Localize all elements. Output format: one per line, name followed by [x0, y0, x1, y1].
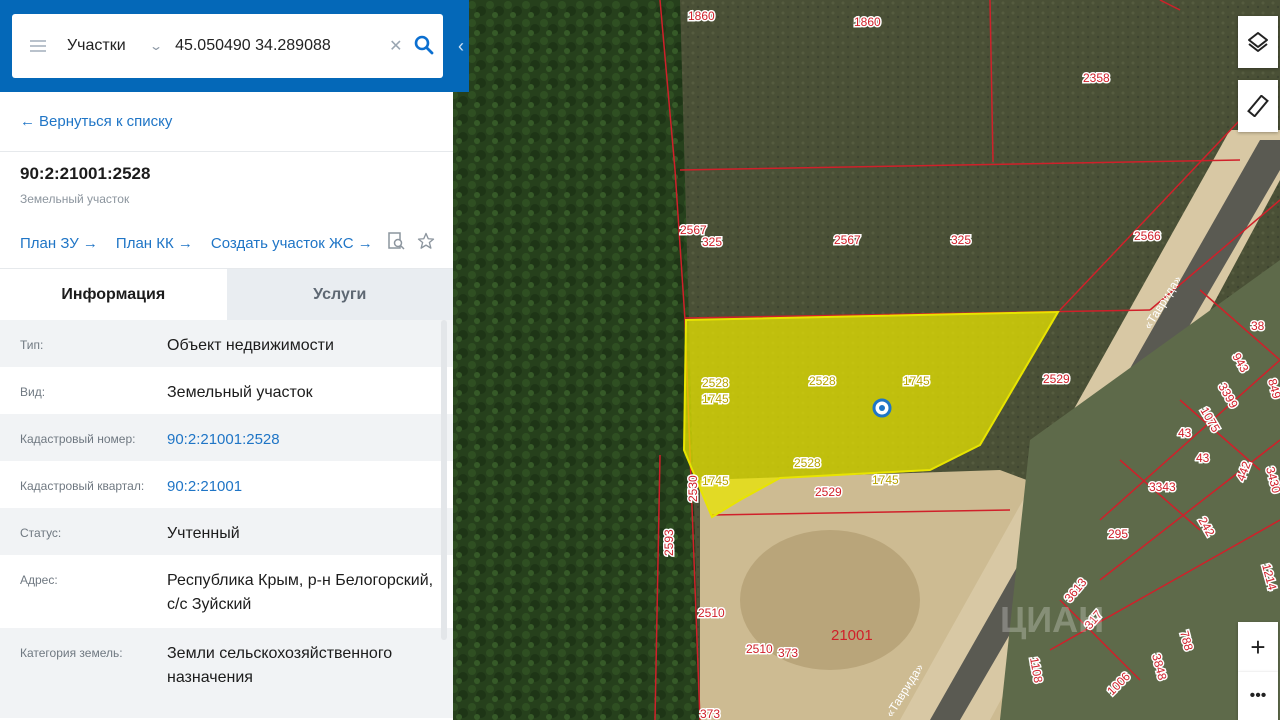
parcel-label: 2567 [834, 233, 861, 247]
star-icon[interactable] [417, 232, 435, 255]
search-icon[interactable] [414, 35, 436, 57]
more-options-button[interactable]: ••• [1238, 672, 1278, 720]
parcel-label: 43 [1196, 451, 1210, 465]
watermark: ЦИАН [1000, 599, 1104, 640]
parcel-label: 2528 [794, 456, 821, 470]
parcel-label: 2528 [809, 374, 836, 388]
document-search-icon[interactable] [387, 232, 405, 255]
details-panel: Участки ⌄ ✕ ← Вернуться к списку 90:2:21… [0, 0, 453, 720]
page-title: 90:2:21001:2528 [20, 164, 151, 183]
parcel-label: 325 [951, 233, 971, 247]
ruler-button[interactable] [1238, 80, 1278, 132]
chevron-left-icon: ‹ [458, 35, 464, 56]
cadastral-quarter-label: 21001 [831, 627, 873, 644]
parcel-label: 2593 [662, 529, 676, 556]
info-row-cadastral-quarter: Кадастровый квартал: 90:2:21001 [0, 461, 453, 508]
panel-scrollbar[interactable] [441, 320, 447, 640]
info-row-address: Адрес: Республика Крым, р-н Белогорский,… [0, 555, 453, 628]
search-input[interactable] [175, 37, 376, 55]
info-label: Кадастровый номер: [20, 432, 136, 446]
page-subtitle: Земельный участок [20, 192, 130, 206]
info-value: Земли сельскохозяйственного назначения [167, 645, 393, 686]
create-parcel-link[interactable]: Создать участок ЖС → [211, 235, 373, 252]
parcel-label: 1860 [688, 9, 715, 23]
info-list: Тип: Объект недвижимости Вид: Земельный … [0, 320, 453, 718]
ruler-icon [1247, 95, 1269, 117]
parcel-label: 38 [1251, 319, 1265, 333]
info-value: Республика Крым, р-н Белогорский, с/с Зу… [167, 572, 434, 613]
parcel-label: 43 [1178, 426, 1192, 440]
parcel-label: 2529 [815, 485, 842, 499]
info-row-cadastral-number: Кадастровый номер: 90:2:21001:2528 [0, 414, 453, 461]
arrow-left-icon: ← [20, 113, 35, 130]
parcel-label: 2566 [1134, 229, 1161, 243]
cadastral-quarter-link[interactable]: 90:2:21001 [167, 461, 442, 508]
collapse-panel-button[interactable]: ‹ [453, 0, 469, 92]
info-value: Учтенный [167, 525, 240, 542]
info-label: Статус: [20, 526, 62, 540]
parcel-label: 373 [778, 646, 798, 660]
parcel-header: 90:2:21001:2528 Земельный участок [0, 152, 453, 218]
zoom-in-button[interactable]: + [1238, 622, 1278, 672]
search-type-select[interactable]: Участки [67, 37, 147, 55]
back-link-label: Вернуться к списку [39, 113, 173, 130]
parcel-label: 2510 [698, 606, 725, 620]
close-icon[interactable]: ✕ [389, 36, 402, 56]
info-row-land-category: Категория земель: Земли сельскохозяйстве… [0, 628, 453, 718]
info-label: Вид: [20, 385, 46, 399]
info-value: Объект недвижимости [167, 337, 334, 354]
info-row-type: Тип: Объект недвижимости [0, 320, 453, 367]
info-label: Категория земель: [20, 646, 123, 660]
search-header: Участки ⌄ ✕ [0, 0, 453, 92]
parcel-label: 2529 [1043, 372, 1070, 386]
plan-kk-link[interactable]: План КК → [116, 235, 193, 252]
parcel-label: 1745 [702, 474, 729, 488]
cadastral-number-link[interactable]: 90:2:21001:2528 [167, 414, 442, 461]
search-box: Участки ⌄ ✕ [12, 14, 443, 78]
parcel-label: 1745 [903, 374, 930, 388]
parcel-label: 295 [1108, 527, 1128, 541]
parcel-label: 1745 [872, 473, 899, 487]
parcel-label: 1860 [854, 15, 881, 29]
forest-area [453, 0, 700, 720]
location-marker-dot [879, 405, 885, 411]
parcel-label: 3343 [1149, 480, 1176, 494]
parcel-label: 2530 [686, 475, 700, 502]
back-to-list-link[interactable]: ← Вернуться к списку [0, 92, 453, 152]
info-row-kind: Вид: Земельный участок [0, 367, 453, 414]
parcel-label: 2510 [746, 642, 773, 656]
action-links: План ЗУ → План КК → Создать участок ЖС → [0, 218, 453, 268]
tab-information[interactable]: Информация [0, 269, 227, 320]
chevron-down-icon[interactable]: ⌄ [149, 39, 163, 53]
plan-zu-link[interactable]: План ЗУ → [20, 235, 98, 252]
parcel-label: 2528 [702, 376, 729, 390]
parcel-label: 1745 [702, 392, 729, 406]
parcel-label: 325 [702, 235, 722, 249]
tab-services[interactable]: Услуги [226, 269, 453, 320]
layers-icon [1248, 32, 1268, 52]
info-row-status: Статус: Учтенный [0, 508, 453, 555]
parcel-label: 373 [700, 707, 720, 720]
menu-icon[interactable] [30, 40, 46, 52]
info-label: Адрес: [20, 573, 58, 587]
info-label: Тип: [20, 338, 44, 352]
tab-bar: Информация Услуги [0, 268, 453, 320]
info-label: Кадастровый квартал: [20, 479, 145, 493]
layers-button[interactable] [1238, 16, 1278, 68]
parcel-label: 2358 [1083, 71, 1110, 85]
info-value: Земельный участок [167, 384, 313, 401]
